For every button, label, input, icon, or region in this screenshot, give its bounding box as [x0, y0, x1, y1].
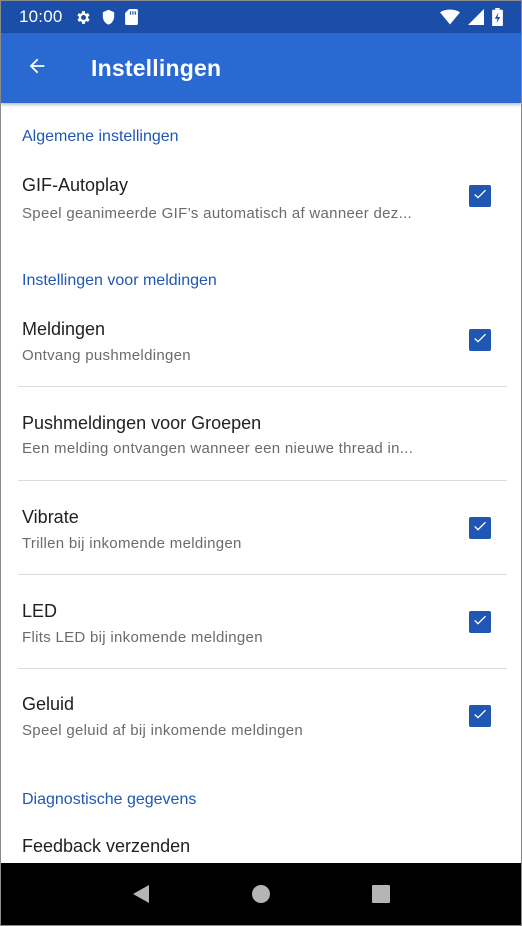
pref-summary: Trillen bij inkomende meldingen [22, 535, 242, 552]
section-header-general: Algemene instellingen [22, 128, 179, 145]
page-title: Instellingen [91, 54, 222, 81]
pref-summary: Speel geluid af bij inkomende meldingen [22, 722, 304, 739]
pref-title: Vibrate [22, 507, 79, 527]
section-header-diagnostics: Diagnostische gegevens [22, 791, 197, 808]
pref-vibrate[interactable]: Vibrate Trillen bij inkomende meldingen [1, 497, 521, 574]
shield-icon [101, 9, 116, 26]
meldingen-checkbox[interactable] [469, 329, 491, 351]
pref-title: Pushmeldingen voor Groepen [22, 413, 262, 433]
sd-card-icon [124, 9, 138, 25]
home-circle-icon[interactable] [241, 874, 281, 914]
status-right-icons [432, 8, 503, 26]
pref-led[interactable]: LED Flits LED bij inkomende meldingen [1, 591, 521, 668]
pref-pushmeldingen-groepen[interactable]: Pushmeldingen voor Groepen Een melding o… [1, 403, 521, 480]
pref-feedback[interactable]: Feedback verzenden [1, 825, 521, 865]
pref-title: GIF-Autoplay [22, 175, 129, 195]
led-checkbox[interactable] [469, 611, 491, 633]
settings-list[interactable]: Algemene instellingen GIF-Autoplay Speel… [1, 103, 521, 865]
checkmark-icon [472, 330, 488, 351]
cell-signal-icon [468, 9, 484, 25]
pref-summary: Een melding ontvangen wanneer een nieuwe… [22, 440, 414, 457]
divider [18, 574, 507, 575]
divider [18, 668, 507, 669]
navigation-bar [1, 863, 521, 925]
app-bar: Instellingen [1, 33, 521, 103]
back-triangle-icon[interactable] [121, 874, 161, 914]
recents-square-icon[interactable] [361, 874, 401, 914]
section-header-notifications: Instellingen voor meldingen [22, 272, 217, 289]
pref-summary: Ontvang pushmeldingen [22, 347, 191, 364]
pref-summary: Speel geanimeerde GIF’s automatisch af w… [22, 205, 412, 222]
app-frame: 10:00 Instellingen Algemene instellingen… [0, 0, 522, 926]
pref-title: Feedback verzenden [22, 836, 191, 856]
arrow-left-icon [26, 55, 48, 82]
wifi-icon [440, 9, 460, 25]
pref-title: Meldingen [22, 319, 106, 339]
divider [18, 386, 507, 387]
vibrate-checkbox[interactable] [469, 517, 491, 539]
checkmark-icon [472, 186, 488, 207]
pref-meldingen[interactable]: Meldingen Ontvang pushmeldingen [1, 309, 521, 386]
battery-charging-icon [492, 8, 503, 26]
pref-title: Geluid [22, 694, 75, 714]
pref-title: LED [22, 601, 58, 621]
status-bar: 10:00 [1, 1, 521, 33]
checkmark-icon [472, 518, 488, 539]
back-button[interactable] [1, 33, 73, 103]
geluid-checkbox[interactable] [469, 705, 491, 727]
divider [18, 480, 507, 481]
gear-icon [75, 9, 92, 26]
checkmark-icon [472, 612, 488, 633]
checkmark-icon [472, 706, 488, 727]
status-time: 10:00 [19, 7, 63, 26]
pref-geluid[interactable]: Geluid Speel geluid af bij inkomende mel… [1, 685, 521, 762]
pref-gif-autoplay[interactable]: GIF-Autoplay Speel geanimeerde GIF’s aut… [1, 165, 521, 245]
gif-autoplay-checkbox[interactable] [469, 185, 491, 207]
pref-summary: Flits LED bij inkomende meldingen [22, 629, 263, 646]
